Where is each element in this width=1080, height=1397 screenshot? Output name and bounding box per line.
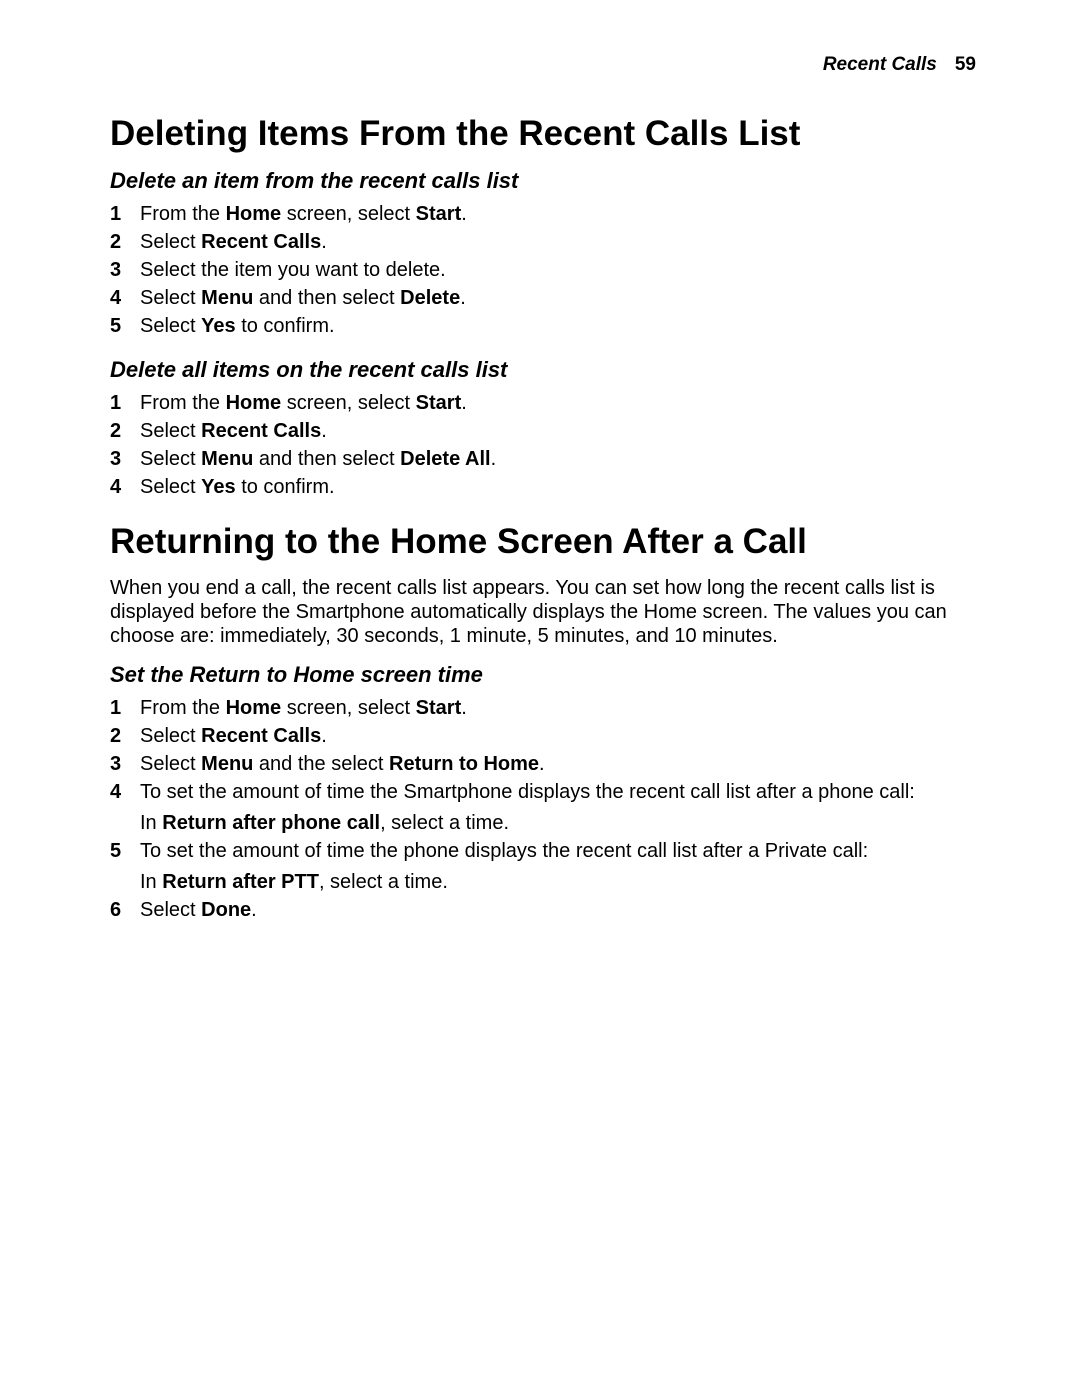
step-text: Select Yes to confirm. [140, 475, 980, 500]
step-text: To set the amount of time the Smartphone… [140, 780, 980, 836]
step: 5To set the amount of time the phone dis… [110, 839, 980, 895]
running-header: Recent Calls 59 [110, 54, 980, 76]
step-number: 2 [110, 724, 140, 749]
step: 1From the Home screen, select Start. [110, 391, 980, 416]
step-number: 4 [110, 780, 140, 805]
page: Recent Calls 59 Deleting Items From the R… [0, 0, 1080, 1397]
step-number: 5 [110, 314, 140, 339]
step-text: To set the amount of time the phone disp… [140, 839, 980, 895]
steps-delete-all: 1From the Home screen, select Start. 2Se… [110, 391, 980, 500]
step-text: Select Recent Calls. [140, 419, 980, 444]
step: 3Select Menu and the select Return to Ho… [110, 752, 980, 777]
step-text: Select Recent Calls. [140, 230, 980, 255]
step-number: 2 [110, 419, 140, 444]
step-text: Select Menu and the select Return to Hom… [140, 752, 980, 777]
header-page-number: 59 [955, 54, 976, 75]
step-text: From the Home screen, select Start. [140, 202, 980, 227]
step-number: 3 [110, 752, 140, 777]
step-text: Select Yes to confirm. [140, 314, 980, 339]
step: 4Select Yes to confirm. [110, 475, 980, 500]
step-text: Select Menu and then select Delete. [140, 286, 980, 311]
step: 1From the Home screen, select Start. [110, 202, 980, 227]
step-substep: In Return after phone call, select a tim… [140, 811, 980, 836]
step: 2Select Recent Calls. [110, 419, 980, 444]
step: 3Select the item you want to delete. [110, 258, 980, 283]
step: 5Select Yes to confirm. [110, 314, 980, 339]
step-text: From the Home screen, select Start. [140, 696, 980, 721]
step-number: 4 [110, 286, 140, 311]
step-text: From the Home screen, select Start. [140, 391, 980, 416]
step: 2Select Recent Calls. [110, 230, 980, 255]
heading-deleting-items: Deleting Items From the Recent Calls Lis… [110, 114, 980, 154]
step-text: Select Done. [140, 898, 980, 923]
subheading-delete-all: Delete all items on the recent calls lis… [110, 357, 980, 383]
step: 2Select Recent Calls. [110, 724, 980, 749]
step: 6Select Done. [110, 898, 980, 923]
step-text: Select Recent Calls. [140, 724, 980, 749]
step-number: 3 [110, 258, 140, 283]
subheading-delete-item: Delete an item from the recent calls lis… [110, 168, 980, 194]
subheading-set-return-time: Set the Return to Home screen time [110, 662, 980, 688]
steps-set-return-time: 1From the Home screen, select Start. 2Se… [110, 696, 980, 923]
step: 3Select Menu and then select Delete All. [110, 447, 980, 472]
header-section: Recent Calls [823, 54, 937, 75]
step-text: Select the item you want to delete. [140, 258, 980, 283]
steps-delete-item: 1From the Home screen, select Start. 2Se… [110, 202, 980, 339]
step: 4To set the amount of time the Smartphon… [110, 780, 980, 836]
step-number: 1 [110, 391, 140, 416]
step-number: 2 [110, 230, 140, 255]
step-number: 4 [110, 475, 140, 500]
intro-return-home: When you end a call, the recent calls li… [110, 576, 980, 648]
step: 4Select Menu and then select Delete. [110, 286, 980, 311]
heading-return-home: Returning to the Home Screen After a Cal… [110, 522, 980, 562]
step-number: 1 [110, 202, 140, 227]
step-text: Select Menu and then select Delete All. [140, 447, 980, 472]
step-number: 5 [110, 839, 140, 864]
step: 1From the Home screen, select Start. [110, 696, 980, 721]
step-number: 6 [110, 898, 140, 923]
step-number: 3 [110, 447, 140, 472]
step-substep: In Return after PTT, select a time. [140, 870, 980, 895]
step-number: 1 [110, 696, 140, 721]
